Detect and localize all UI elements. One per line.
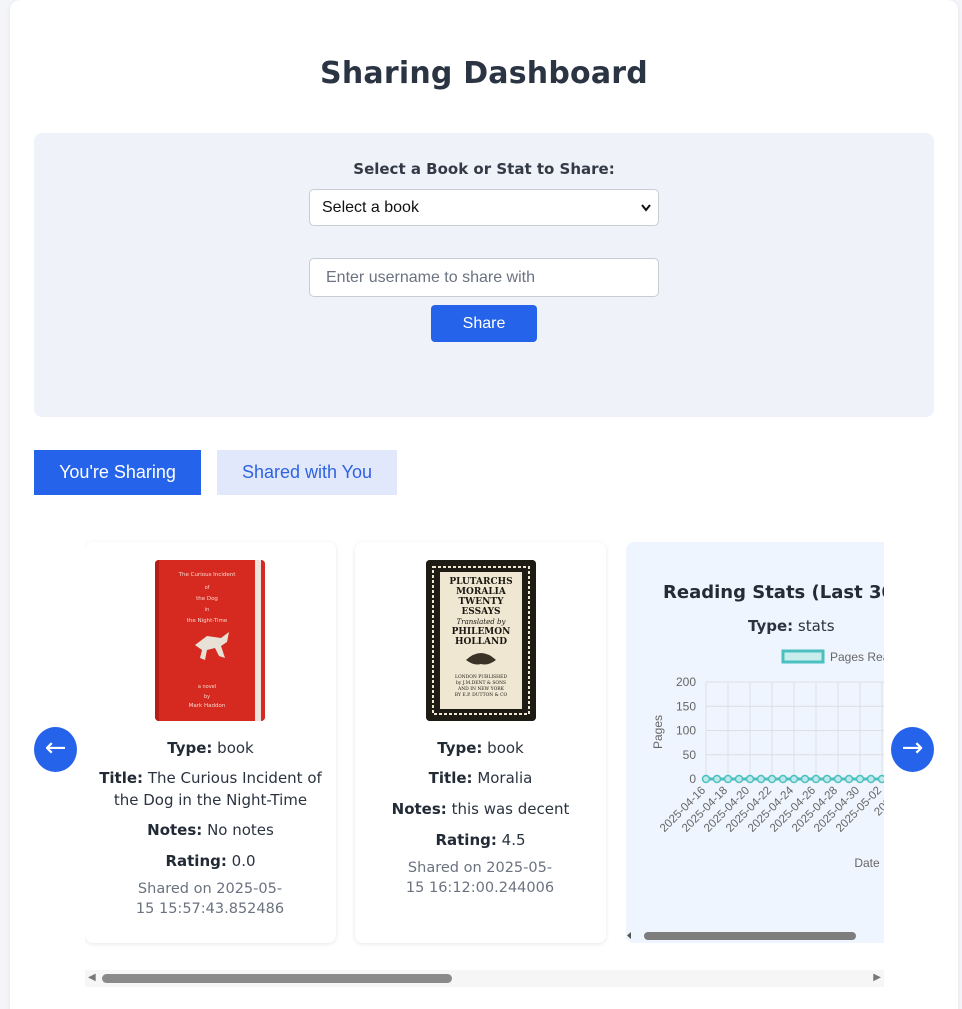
cover-text: in — [205, 607, 210, 613]
data-point — [756, 774, 766, 784]
cover-text: PLUTARCHS — [449, 577, 512, 587]
share-select-label: Select a Book or Stat to Share: — [353, 160, 615, 178]
shared-item-card: PLUTARCHS MORALIA TWENTY ESSAYS Translat… — [355, 542, 606, 943]
next-arrow-button[interactable]: → — [891, 727, 934, 772]
data-point — [877, 774, 884, 784]
data-point — [767, 774, 777, 784]
cover-text: a novel — [198, 684, 216, 690]
scroll-left-arrow-icon[interactable]: ◀ — [88, 972, 96, 983]
card-type: Type: book — [167, 739, 254, 757]
shared-item-card: The Curious Incident of the Dog in the N… — [85, 542, 336, 943]
cover-text: PHILEMON — [452, 627, 511, 637]
cover-text: LONDON PUBLISHED — [455, 674, 507, 680]
tab-shared-with-you[interactable]: Shared with You — [217, 450, 397, 495]
card-notes: Notes: No notes — [147, 821, 274, 839]
data-point — [701, 774, 711, 784]
carousel-scrollbar[interactable]: ◀ ▶ — [85, 970, 884, 987]
username-input[interactable]: Enter username to share with — [309, 258, 659, 297]
data-point — [866, 774, 876, 784]
cover-text: of — [205, 585, 210, 591]
data-point — [745, 774, 755, 784]
reading-stats-chart: Pages Rea0501001502002025-04-162025-04-1… — [651, 649, 884, 870]
arrow-right-icon: → — [901, 733, 924, 763]
data-point — [778, 774, 788, 784]
stats-title: Reading Stats (Last 30 Da — [663, 582, 884, 603]
cover-text: HOLLAND — [455, 637, 507, 647]
data-point — [833, 774, 843, 784]
cover-text: The Curious Incident — [178, 572, 237, 578]
book-select-value: Select a book — [322, 199, 419, 216]
scroll-right-arrow-icon[interactable]: ▶ — [873, 972, 881, 983]
legend-label: Pages Rea — [830, 650, 884, 664]
card-title: Title: Moralia — [428, 769, 533, 787]
book-select[interactable]: Select a book — [309, 189, 659, 226]
cover-text: MORALIA — [456, 587, 507, 597]
cover-text: TWENTY — [458, 597, 504, 607]
data-point — [789, 774, 799, 784]
y-tick-label: 0 — [689, 772, 696, 786]
data-point — [855, 774, 865, 784]
card-rating: Rating: 0.0 — [165, 852, 256, 870]
legend-swatch — [781, 649, 825, 664]
cover-text: Translated by — [457, 618, 507, 626]
card-shared-on: Shared on 2025-05-15 15:57:43.852486 — [135, 881, 285, 917]
stats-scrollbar[interactable] — [626, 928, 884, 942]
card-type: Type: book — [437, 739, 524, 757]
stats-type: Type: stats — [748, 617, 835, 635]
cover-text: Mark Haddon — [189, 703, 226, 709]
y-tick-label: 50 — [683, 748, 697, 762]
card-rating: Rating: 4.5 — [435, 831, 526, 849]
prev-arrow-button[interactable]: ← — [34, 727, 77, 772]
data-point — [844, 774, 854, 784]
data-point — [822, 774, 832, 784]
arrow-left-icon: ← — [44, 733, 67, 763]
card-title: Title: The Curious Incident of the Dog i… — [99, 769, 322, 809]
tab-youre-sharing[interactable]: You're Sharing — [34, 450, 201, 495]
y-tick-label: 200 — [676, 675, 696, 689]
share-button[interactable]: Share — [431, 305, 537, 342]
data-point — [723, 774, 733, 784]
cover-text: the Dog — [196, 596, 218, 602]
y-tick-label: 100 — [676, 724, 696, 738]
cover-text: by — [204, 694, 210, 700]
scrollbar-thumb[interactable] — [102, 974, 452, 983]
data-point — [734, 774, 744, 784]
book-cover-image: The Curious Incident of the Dog in the N… — [155, 560, 265, 721]
cover-text: AND IN NEW YORK — [457, 686, 505, 692]
cover-text: BY E.P. DUTTON & CO — [455, 692, 508, 698]
data-point — [712, 774, 722, 784]
cover-text: the Night-Time — [187, 618, 228, 624]
chevron-down-icon — [640, 190, 652, 241]
stats-card: Reading Stats (Last 30 Da Type: stats Pa… — [626, 542, 884, 943]
page-title: Sharing Dashboard — [320, 56, 648, 91]
shared-items-carousel[interactable]: The Curious Incident of the Dog in the N… — [85, 530, 884, 970]
card-notes: Notes: this was decent — [391, 800, 570, 818]
share-panel: Select a Book or Stat to Share: Select a… — [34, 133, 934, 417]
x-axis-title: Date — [854, 856, 880, 870]
cover-text: by J.M.DENT & SONS — [456, 680, 506, 686]
cover-text: ESSAYS — [461, 607, 500, 617]
y-tick-label: 150 — [676, 699, 696, 713]
y-axis-title: Pages — [651, 715, 665, 749]
card-shared-on: Shared on 2025-05-15 16:12:00.244006 — [405, 860, 555, 896]
data-point — [800, 774, 810, 784]
data-point — [811, 774, 821, 784]
book-cover-image: PLUTARCHS MORALIA TWENTY ESSAYS Translat… — [426, 560, 536, 721]
